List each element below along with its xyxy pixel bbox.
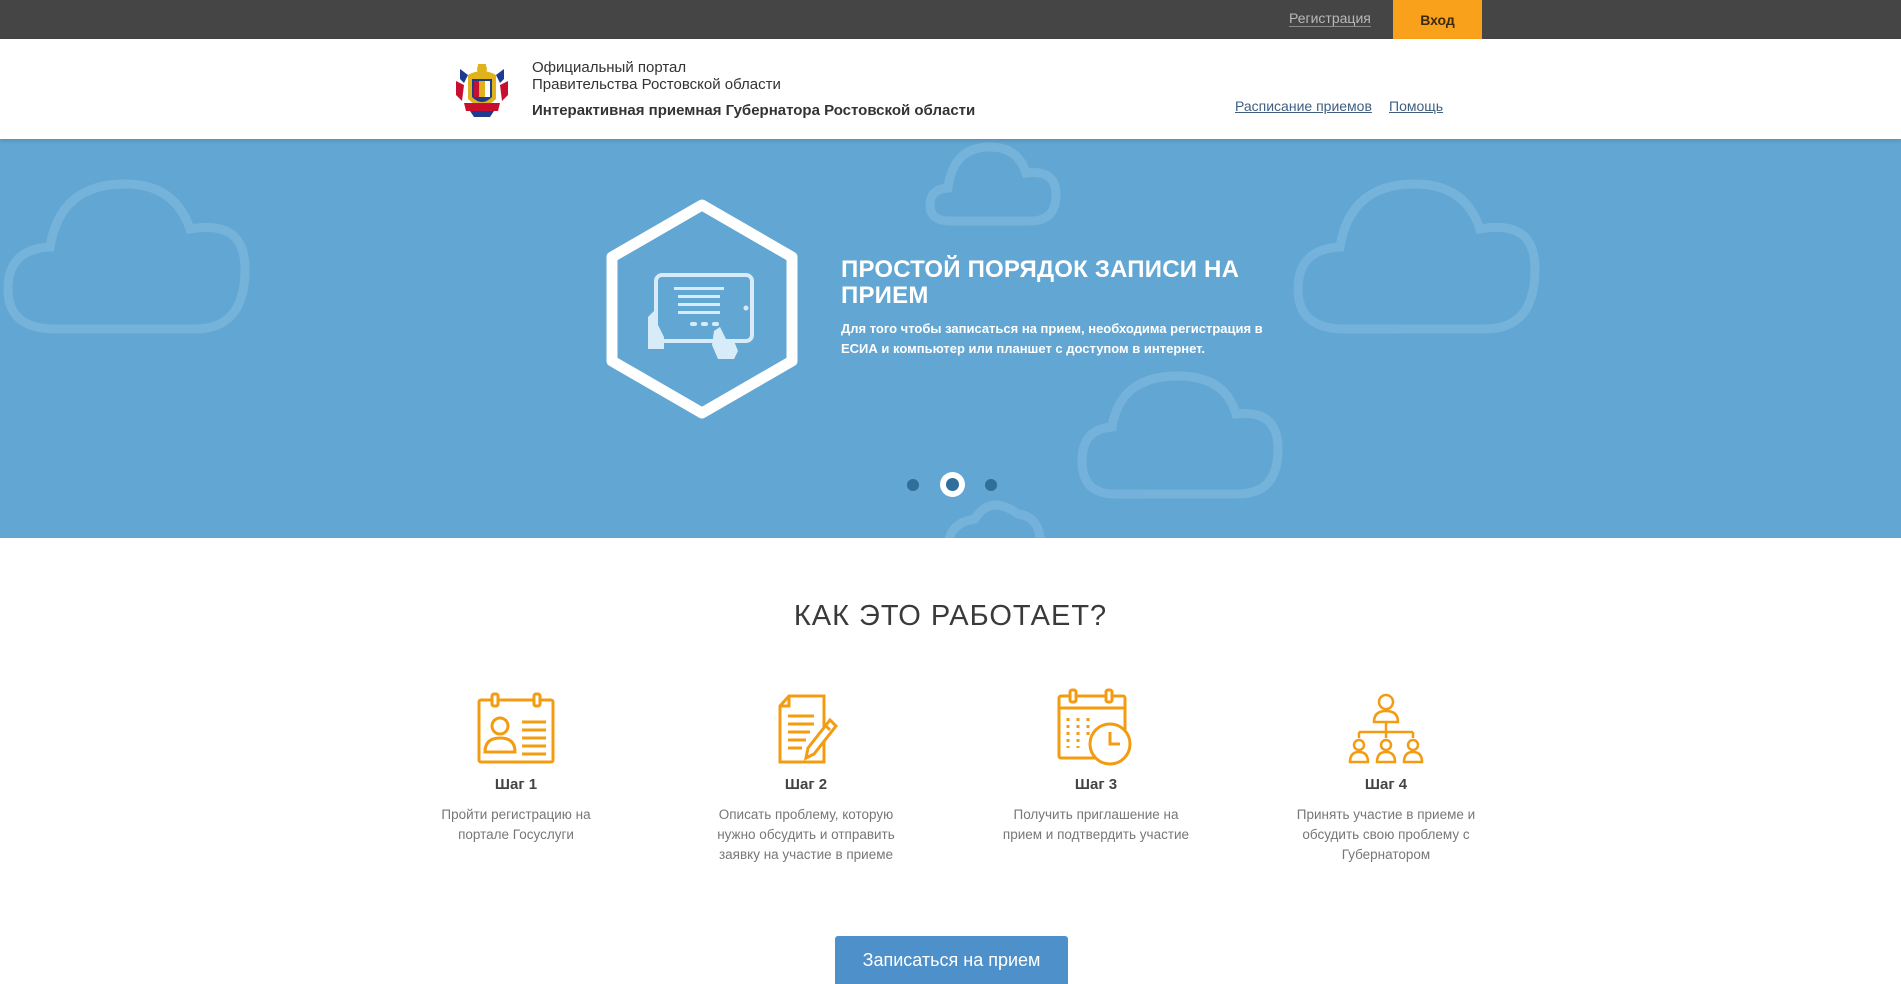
id-card-icon — [477, 692, 555, 764]
tablet-touch-icon — [606, 199, 798, 419]
step-description: Описать проблему, которую нужно обсудить… — [717, 807, 895, 862]
slider-dot-2-active[interactable] — [940, 472, 965, 497]
step-description: Пройти регистрацию на портале Госуслуги — [441, 807, 591, 842]
register-link[interactable]: Регистрация — [1289, 10, 1371, 27]
site-header: Официальный портал Правительства Ростовс… — [0, 39, 1901, 139]
step-title: Шаг 1 — [494, 776, 538, 793]
hero-title: ПРОСТОЙ ПОРЯДОК ЗАПИСИ НА ПРИЕМ — [841, 256, 1240, 309]
portal-name-line1: Официальный портал — [532, 59, 687, 76]
top-bar: Регистрация Вход — [0, 0, 1901, 39]
page-title[interactable]: Интерактивная приемная Губернатора Росто… — [532, 102, 975, 119]
login-button[interactable]: Вход — [1393, 0, 1482, 39]
step-3: Шаг 3 Получить приглашение на прием и по… — [996, 686, 1196, 845]
hero-description: Для того чтобы записаться на прием, необ… — [841, 321, 1263, 356]
how-it-works-heading: КАК ЭТО РАБОТАЕТ? — [793, 600, 1108, 632]
book-appointment-button[interactable]: Записаться на прием — [835, 936, 1068, 984]
document-pencil-icon — [778, 694, 838, 764]
step-title: Шаг 3 — [1074, 776, 1118, 793]
step-description: Принять участие в приеме и обсудить свою… — [1296, 807, 1476, 862]
step-1: Шаг 1 Пройти регистрацию на портале Госу… — [416, 686, 616, 845]
slider-dot-1[interactable] — [907, 479, 919, 491]
step-description: Получить приглашение на прием и подтверд… — [1002, 807, 1190, 842]
portal-name-line2: Правительства Ростовской области — [532, 76, 781, 93]
hero-slider: ПРОСТОЙ ПОРЯДОК ЗАПИСИ НА ПРИЕМ Для того… — [0, 139, 1901, 538]
calendar-clock-icon — [1057, 688, 1132, 766]
step-title: Шаг 2 — [784, 776, 828, 793]
nav-schedule-link[interactable]: Расписание приемов — [1235, 98, 1372, 114]
slider-dot-3[interactable] — [985, 479, 997, 491]
nav-help-link[interactable]: Помощь — [1389, 98, 1443, 114]
step-2: Шаг 2 Описать проблему, которую нужно об… — [706, 686, 906, 865]
step-title: Шаг 4 — [1364, 776, 1408, 793]
coat-of-arms-logo[interactable] — [454, 61, 510, 119]
org-chart-icon — [1348, 693, 1424, 764]
step-4: Шаг 4 Принять участие в приеме и обсудит… — [1286, 686, 1486, 865]
